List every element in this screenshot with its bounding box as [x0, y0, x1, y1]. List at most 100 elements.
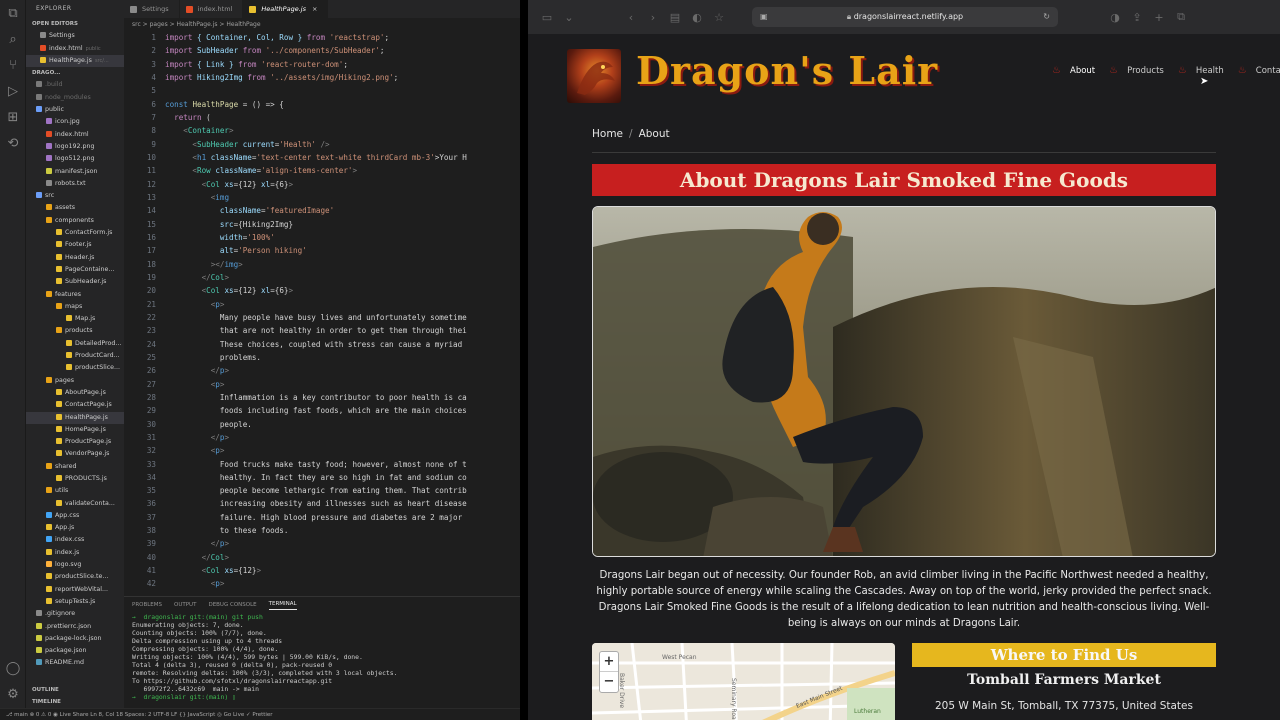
file-tree-item[interactable]: ContactForm.js	[26, 227, 124, 239]
explorer-icon[interactable]: ⧉	[0, 0, 26, 26]
file-tree-item[interactable]: Map.js	[26, 313, 124, 325]
terminal-output[interactable]: → dragonslair git:(main) git push Enumera…	[124, 613, 520, 701]
code-line[interactable]: people.	[165, 418, 520, 431]
code-line[interactable]: Inflammation is a key contributor to poo…	[165, 391, 520, 404]
file-tree-item[interactable]: pages	[26, 375, 124, 387]
code-line[interactable]: </p>	[165, 431, 520, 444]
share-icon[interactable]: ⇪	[1126, 11, 1148, 24]
file-tree-item[interactable]: index.html	[26, 129, 124, 141]
code-content[interactable]: import { Container, Col, Row } from 'rea…	[165, 31, 520, 591]
chevron-down-icon[interactable]: ⌄	[558, 11, 580, 24]
file-tree-item[interactable]: Footer.js	[26, 239, 124, 251]
code-line[interactable]: <p>	[165, 444, 520, 457]
file-tree-item[interactable]: .prettierrc.json	[26, 621, 124, 633]
file-tree-item[interactable]: src	[26, 190, 124, 202]
shield-icon[interactable]: ◑	[1104, 11, 1126, 24]
file-tree-item[interactable]: README.md	[26, 657, 124, 669]
forward-icon[interactable]: ›	[642, 11, 664, 24]
account-icon[interactable]: ◯	[0, 655, 26, 681]
code-line[interactable]: Many people have busy lives and unfortun…	[165, 311, 520, 324]
file-tree-item[interactable]: setupTests.js	[26, 596, 124, 608]
file-tree-item[interactable]: HomePage.js	[26, 424, 124, 436]
file-tree-item[interactable]: productSlice...	[26, 362, 124, 374]
panel-tab[interactable]: OUTPUT	[174, 602, 196, 608]
file-tree-item[interactable]: PageContaine...	[26, 264, 124, 276]
gear-icon[interactable]: ⚙	[0, 681, 26, 707]
file-tree-item[interactable]: public	[26, 104, 124, 116]
tabs-icon[interactable]: ⧉	[1170, 10, 1192, 24]
code-line[interactable]: failure. High blood pressure and diabete…	[165, 511, 520, 524]
panel-tab[interactable]: TERMINAL	[268, 601, 297, 610]
code-line[interactable]: that are not healthy in order to get the…	[165, 324, 520, 337]
code-line[interactable]: <img	[165, 191, 520, 204]
code-line[interactable]: </Col>	[165, 271, 520, 284]
code-line[interactable]: <Col xs={12}>	[165, 564, 520, 577]
file-tree-item[interactable]: .build	[26, 79, 124, 91]
file-tree-item[interactable]: productSlice.te...	[26, 571, 124, 583]
code-line[interactable]: const HealthPage = () => {	[165, 98, 520, 111]
code-line[interactable]: problems.	[165, 351, 520, 364]
panel-tab[interactable]: DEBUG CONSOLE	[208, 602, 256, 608]
bookmark-star-icon[interactable]: ☆	[708, 11, 730, 24]
sidebar-toggle-icon[interactable]: ▭	[536, 11, 558, 24]
file-tree-item[interactable]: logo192.png	[26, 141, 124, 153]
code-line[interactable]: increasing obesity and illnesses such as…	[165, 497, 520, 510]
outline-section[interactable]: OUTLINE	[26, 684, 124, 696]
close-icon[interactable]: ×	[312, 5, 317, 13]
file-tree-item[interactable]: SubHeader.js	[26, 276, 124, 288]
code-line[interactable]: </p>	[165, 364, 520, 377]
file-tree-item[interactable]: ContactPage.js	[26, 399, 124, 411]
file-tree-item[interactable]: validateConta...	[26, 498, 124, 510]
zoom-out-button[interactable]: −	[600, 672, 618, 692]
dragon-logo-image[interactable]	[567, 49, 621, 103]
file-tree-item[interactable]: ProductPage.js	[26, 436, 124, 448]
code-line[interactable]: to these foods.	[165, 524, 520, 537]
file-tree-item[interactable]: HealthPage.js src/...	[26, 54, 124, 68]
file-tree-item[interactable]: reportWebVital...	[26, 584, 124, 596]
code-line[interactable]: <p>	[165, 298, 520, 311]
file-tree-item[interactable]: products	[26, 325, 124, 337]
nav-link-contact[interactable]: ♨ Contact	[1238, 66, 1280, 77]
code-line[interactable]: src={Hiking2Img}	[165, 218, 520, 231]
file-tree-item[interactable]: logo512.png	[26, 153, 124, 165]
file-tree-item[interactable]: features	[26, 289, 124, 301]
nav-link-health[interactable]: ♨ Health	[1178, 66, 1224, 77]
file-tree-item[interactable]: Header.js	[26, 252, 124, 264]
code-line[interactable]: <Col xs={12} xl={6}>	[165, 284, 520, 297]
file-tree-item[interactable]: components	[26, 215, 124, 227]
run-debug-icon[interactable]: ▷	[0, 78, 26, 104]
privacy-icon[interactable]: ◐	[686, 11, 708, 24]
code-line[interactable]: import SubHeader from '../components/Sub…	[165, 44, 520, 57]
code-line[interactable]: <p>	[165, 378, 520, 391]
file-tree-item[interactable]: robots.txt	[26, 178, 124, 190]
file-tree-item[interactable]: shared	[26, 461, 124, 473]
editor-tab[interactable]: Settings	[124, 0, 180, 18]
tree-section-header[interactable]: OPEN EDITORS	[26, 18, 124, 30]
file-tree-item[interactable]: node_modules	[26, 92, 124, 104]
remote-icon[interactable]: ⟲	[0, 130, 26, 156]
reload-icon[interactable]: ↻	[1043, 7, 1050, 27]
zoom-in-button[interactable]: +	[600, 652, 618, 672]
code-line[interactable]: <SubHeader current='Health' />	[165, 138, 520, 151]
code-line[interactable]: foods including fast foods, which are th…	[165, 404, 520, 417]
file-tree-item[interactable]: DetailedProd...	[26, 338, 124, 350]
nav-link-about[interactable]: ♨ About	[1052, 66, 1095, 77]
file-tree-item[interactable]: maps	[26, 301, 124, 313]
file-tree-item[interactable]: index.html public	[26, 43, 124, 55]
code-line[interactable]: import { Container, Col, Row } from 'rea…	[165, 31, 520, 44]
code-line[interactable]: import { Link } from 'react-router-dom';	[165, 58, 520, 71]
code-line[interactable]: </p>	[165, 537, 520, 550]
tab-overview-icon[interactable]: ▤	[664, 11, 686, 24]
file-tree-item[interactable]: logo.svg	[26, 559, 124, 571]
file-tree-item[interactable]: ProductCard...	[26, 350, 124, 362]
file-tree-item[interactable]: manifest.json	[26, 166, 124, 178]
file-tree-item[interactable]: index.js	[26, 547, 124, 559]
code-line[interactable]: people become lethargic from eating them…	[165, 484, 520, 497]
panel-tab[interactable]: PROBLEMS	[132, 602, 162, 608]
code-line[interactable]: These choices, coupled with stress can c…	[165, 338, 520, 351]
code-line[interactable]: <Container>	[165, 124, 520, 137]
file-tree-item[interactable]: package-lock.json	[26, 633, 124, 645]
new-tab-icon[interactable]: +	[1148, 11, 1170, 24]
code-line[interactable]: className='featuredImage'	[165, 204, 520, 217]
search-icon[interactable]: ⌕	[0, 26, 26, 52]
